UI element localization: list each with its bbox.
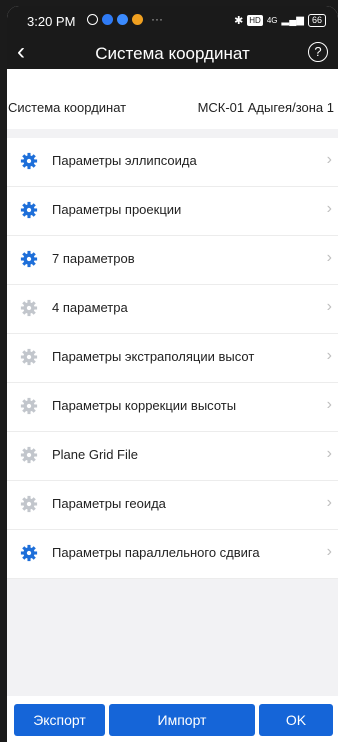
gear-icon: [20, 495, 38, 513]
gear-icon: [20, 201, 38, 219]
battery-icon: 66: [307, 14, 326, 27]
app-screen: 3:20 PM ··· ✱ HD 4G ▂▄▆ 66 ‹ Система коо…: [7, 6, 338, 742]
parameters-list: Параметры эллипсоида › Параметры проекции ›…: [7, 138, 338, 579]
gear-icon: [20, 250, 38, 268]
list-item-label: 7 параметров: [52, 251, 135, 266]
list-item[interactable]: Параметры геоида ›: [7, 481, 338, 530]
gear-icon: [20, 446, 38, 464]
list-item-label: Параметры проекции: [52, 202, 182, 217]
list-item[interactable]: 7 параметров ›: [7, 236, 338, 285]
gear-icon: [20, 348, 38, 366]
export-button[interactable]: Экспорт: [14, 704, 105, 736]
signal-icon: 4G: [266, 16, 278, 25]
list-item[interactable]: Plane Grid File ›: [7, 432, 338, 481]
chevron-right-icon: ›: [326, 396, 332, 413]
signal-bars-icon: ▂▄▆: [281, 15, 304, 26]
list-item[interactable]: Параметры параллельного сдвига ›: [7, 530, 338, 579]
chevron-right-icon: ›: [326, 151, 332, 168]
chevron-right-icon: ›: [326, 249, 332, 266]
help-circle-icon[interactable]: ?: [308, 42, 328, 62]
gear-icon: [20, 299, 38, 317]
network-type-icon: HD: [247, 15, 263, 26]
app-notification-icon: [117, 14, 128, 25]
list-item-label: Параметры коррекции высоты: [52, 398, 237, 413]
app-header: ‹ Система координат ?: [7, 36, 338, 69]
gear-icon: [20, 397, 38, 415]
coordinate-system-value: МСК-01 Адыгея/зона 1: [197, 100, 334, 115]
list-item[interactable]: 4 параметра ›: [7, 285, 338, 334]
status-bar: 3:20 PM ··· ✱ HD 4G ▂▄▆ 66: [7, 6, 338, 36]
import-button[interactable]: Импорт: [109, 704, 255, 736]
list-item[interactable]: Параметры коррекции высоты ›: [7, 383, 338, 432]
list-item[interactable]: Параметры экстраполяции высот ›: [7, 334, 338, 383]
gear-icon: [20, 544, 38, 562]
list-item[interactable]: Параметры проекции ›: [7, 187, 338, 236]
chevron-right-icon: ›: [326, 445, 332, 462]
list-item-label: 4 параметра: [52, 300, 128, 315]
list-item-label: Параметры геоида: [52, 496, 166, 511]
list-item-label: Plane Grid File: [52, 447, 138, 462]
bottom-action-bar: Экспорт Импорт OK: [7, 696, 338, 742]
app-notification-icon: [102, 14, 113, 25]
status-time: 3:20 PM: [27, 14, 76, 29]
bluetooth-icon: ✱: [234, 15, 244, 27]
chevron-right-icon: ›: [326, 543, 332, 560]
alarm-icon: [87, 14, 98, 25]
chevron-right-icon: ›: [326, 347, 332, 364]
coordinate-system-row[interactable]: Система координат МСК-01 Адыгея/зона 1: [7, 69, 338, 129]
chevron-right-icon: ›: [326, 494, 332, 511]
app-notification-icon: [132, 14, 143, 25]
list-item-label: Параметры экстраполяции высот: [52, 349, 255, 364]
page-title: Система координат: [95, 44, 250, 63]
list-item-label: Параметры параллельного сдвига: [52, 545, 260, 560]
coordinate-system-label: Система координат: [8, 100, 127, 115]
ok-button[interactable]: OK: [259, 704, 333, 736]
more-notifications-icon: ···: [151, 12, 163, 26]
list-item[interactable]: Параметры эллипсоида ›: [7, 138, 338, 187]
list-item-label: Параметры эллипсоида: [52, 153, 197, 168]
system-icons: ✱ HD 4G ▂▄▆ 66: [234, 14, 326, 27]
chevron-right-icon: ›: [326, 298, 332, 315]
chevron-right-icon: ›: [326, 200, 332, 217]
notification-icons: ···: [87, 12, 163, 26]
gear-icon: [20, 152, 38, 170]
